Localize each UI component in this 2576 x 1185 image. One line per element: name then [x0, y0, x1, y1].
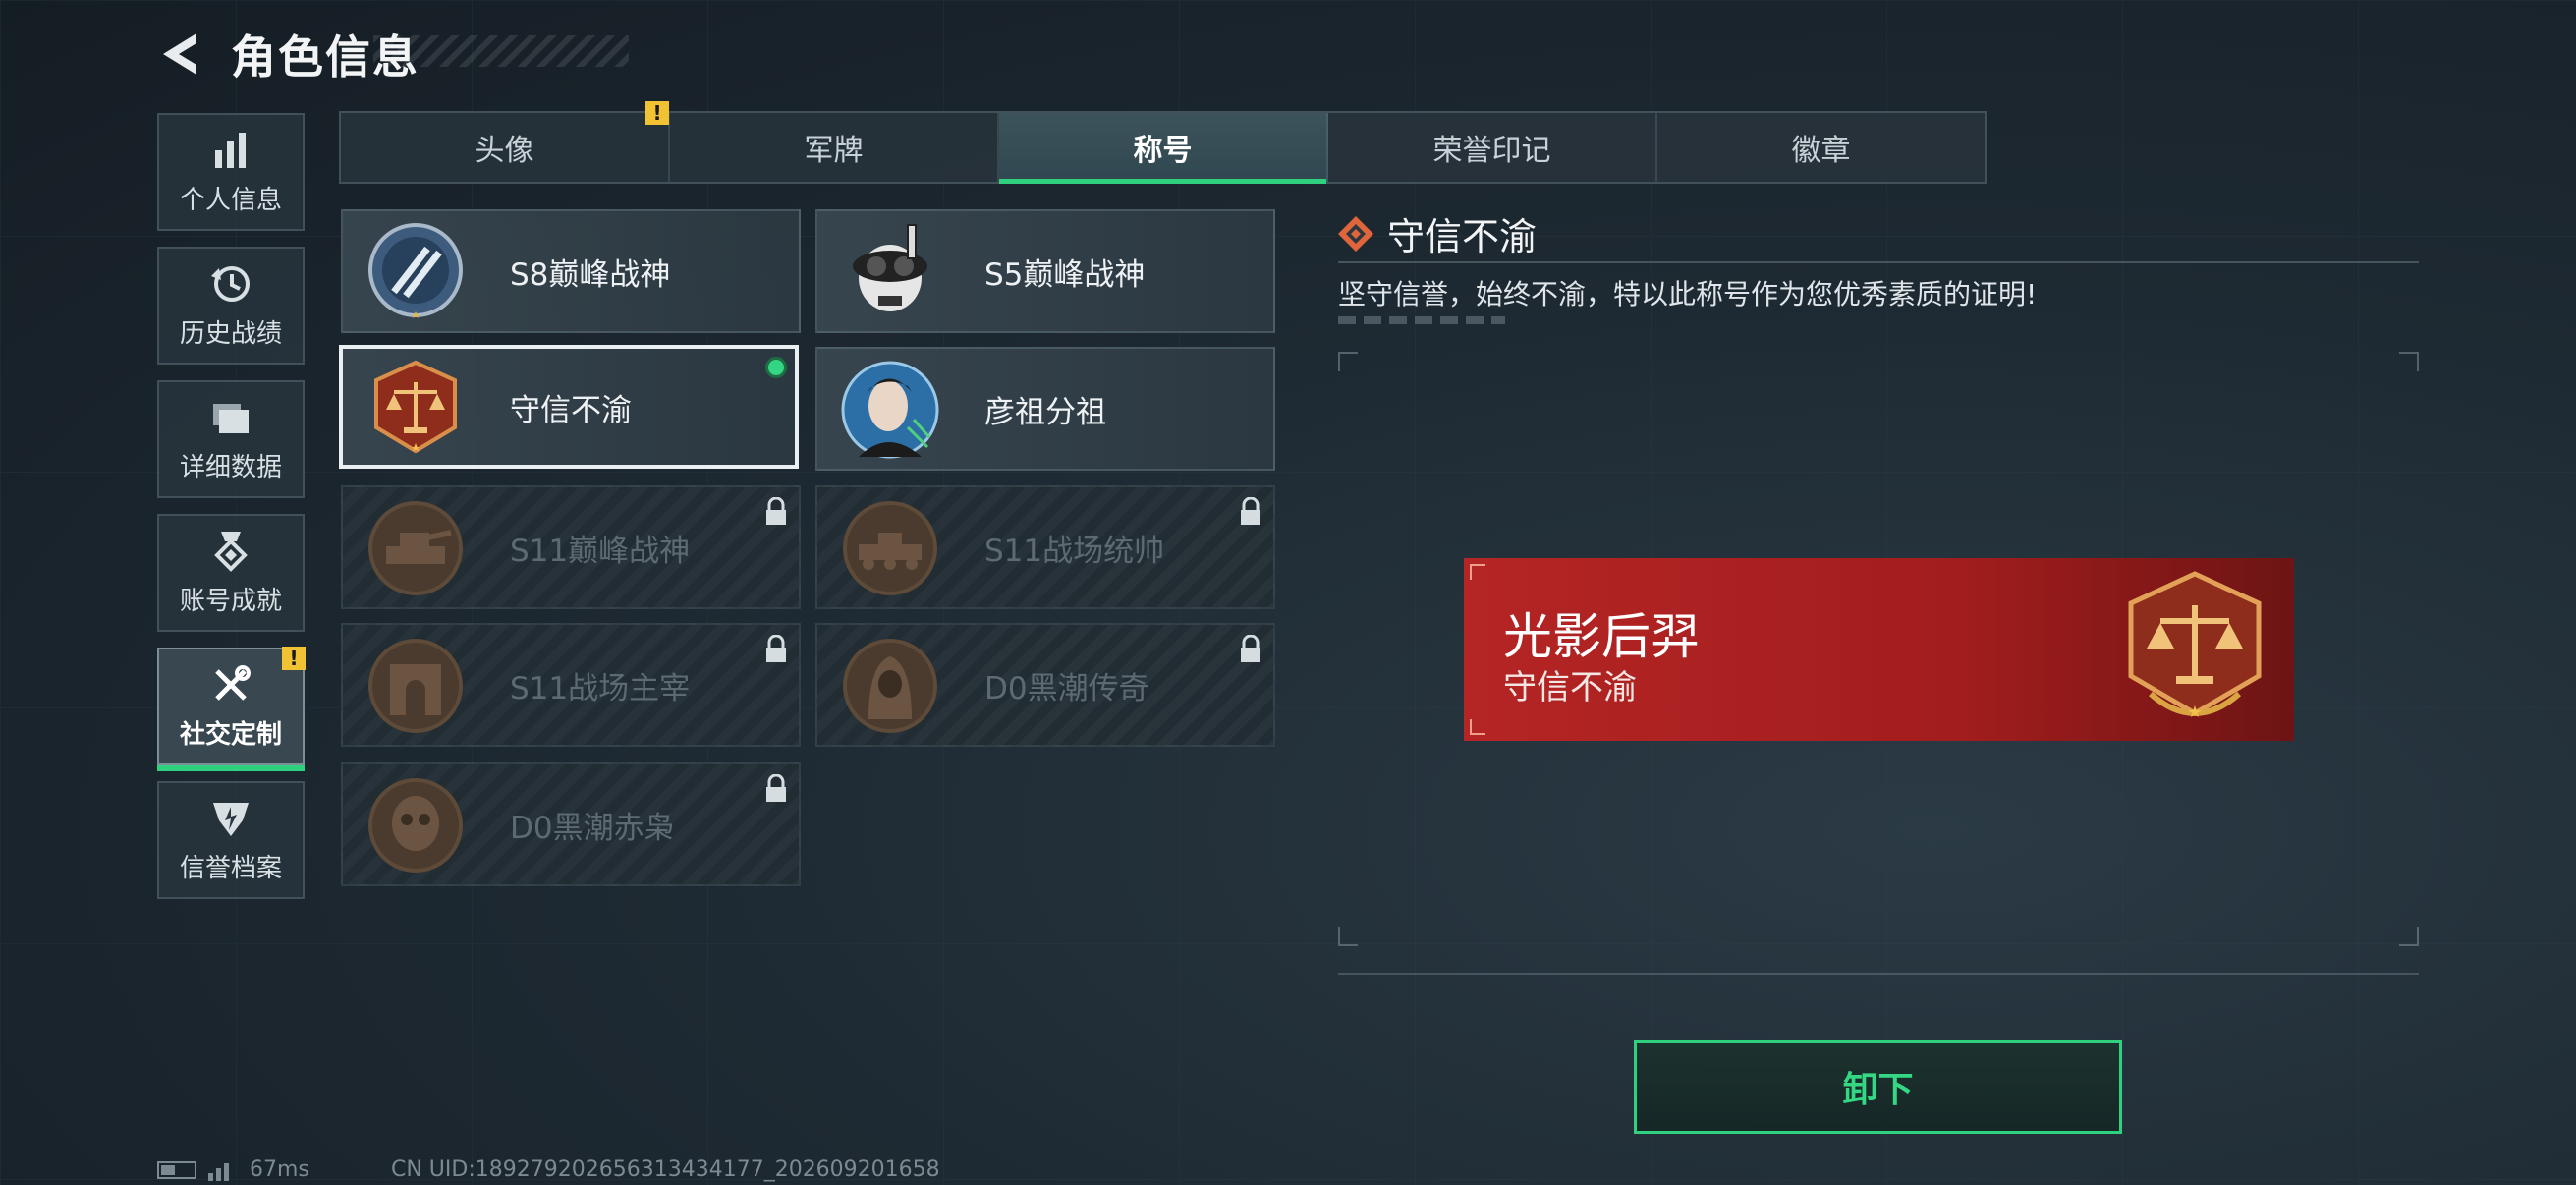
sidebar-item-label: 个人信息	[179, 185, 282, 215]
unequip-button[interactable]: 卸下	[1634, 1040, 2122, 1134]
tools-icon	[215, 664, 251, 701]
sidebar-item-label: 详细数据	[179, 452, 282, 482]
status-bar: 67ms	[157, 1157, 309, 1182]
title-card-locked[interactable]: S11战场统帅	[815, 485, 1275, 609]
sidebar-item-history[interactable]: 历史战绩	[157, 247, 305, 365]
sidebar-item-label: 账号成就	[179, 586, 282, 616]
detail-description: 坚守信誉，始终不渝，特以此称号作为您优秀素质的证明!	[1338, 278, 2038, 310]
reputation-shield-icon	[213, 802, 249, 836]
lock-icon	[1241, 635, 1260, 662]
title-name: S8巅峰战神	[510, 256, 671, 293]
arch-emblem-icon	[368, 639, 463, 733]
s8-emblem-icon	[368, 223, 463, 318]
divider	[1338, 261, 2419, 263]
title-name: S11战场主宰	[510, 670, 691, 706]
preview-baseline	[1338, 973, 2419, 975]
preview-title: 守信不渝	[1503, 668, 1637, 707]
page-title: 角色信息	[231, 30, 420, 84]
diver-skull-emblem-icon	[853, 224, 927, 311]
hooded-figure-emblem-icon	[843, 639, 937, 733]
tab-dog-tag[interactable]: 军牌	[670, 113, 999, 182]
title-name: 守信不渝	[510, 392, 632, 428]
sidebar-item-label: 社交定制	[179, 719, 282, 750]
sidebar-item-detailed-data[interactable]: 详细数据	[157, 380, 305, 498]
bar-chart-icon	[215, 132, 246, 168]
back-arrow-icon[interactable]	[155, 29, 204, 79]
title-preview-banner: 光影后羿 守信不渝	[1464, 558, 2294, 741]
tab-badges[interactable]: 徽章	[1657, 113, 1985, 182]
tank-emblem-icon	[368, 501, 463, 595]
title-card-locked[interactable]: D0黑潮传奇	[815, 623, 1275, 747]
sidebar-item-label: 信誉档案	[179, 853, 282, 883]
title-name: D0黑潮传奇	[984, 670, 1149, 706]
sidebar-item-personal-info[interactable]: 个人信息	[157, 113, 305, 231]
title-name: S11巅峰战神	[510, 533, 691, 569]
title-card-locked[interactable]: S11战场主宰	[341, 623, 801, 747]
uid-text: CN UID:18927920265631343417​7_2026092016…	[391, 1157, 940, 1182]
title-name: D0黑潮赤枭	[510, 810, 675, 846]
battery-icon	[157, 1160, 196, 1179]
title-name: S5巅峰战神	[984, 256, 1146, 293]
sidebar-item-achievements[interactable]: 账号成就	[157, 514, 305, 632]
alert-badge: !	[645, 101, 669, 125]
decorative-dashes	[1338, 316, 1505, 324]
tab-titles[interactable]: 称号	[999, 113, 1328, 184]
lock-icon	[766, 635, 786, 662]
preview-player-name: 光影后羿	[1503, 608, 1700, 665]
equipped-indicator	[765, 357, 787, 378]
alert-badge: !	[282, 647, 306, 670]
armored-vehicle-emblem-icon	[843, 501, 937, 595]
history-clock-icon	[211, 265, 250, 302]
title-card-selected[interactable]: 守信不渝	[339, 345, 799, 469]
signal-icon	[208, 1162, 229, 1181]
folder-icon	[213, 403, 249, 433]
title-card-locked[interactable]: D0黑潮赤枭	[341, 762, 801, 886]
lock-icon	[766, 497, 786, 525]
lock-icon	[766, 774, 786, 802]
ping-value: 67ms	[250, 1157, 309, 1182]
title-card-locked[interactable]: S11巅峰战神	[341, 485, 801, 609]
title-diamond-icon	[1338, 216, 1373, 252]
justice-scale-emblem-icon	[2128, 571, 2262, 717]
title-name: S11战场统帅	[984, 533, 1165, 569]
title-card[interactable]: 彦祖分祖	[815, 347, 1275, 471]
tab-avatar[interactable]: 头像	[341, 113, 670, 182]
detail-title: 守信不渝	[1387, 215, 1538, 258]
tab-bar: 头像 军牌 称号 荣誉印记 徽章	[339, 111, 1987, 184]
justice-scale-emblem-icon	[374, 360, 457, 454]
lock-icon	[1241, 497, 1260, 525]
title-card[interactable]: S8巅峰战神	[341, 209, 801, 333]
portrait-emblem-icon	[841, 361, 939, 459]
tab-honor-marks[interactable]: 荣誉印记	[1328, 113, 1657, 182]
title-name: 彦祖分祖	[984, 394, 1106, 430]
title-card[interactable]: S5巅峰战神	[815, 209, 1275, 333]
sidebar-item-label: 历史战绩	[179, 318, 282, 349]
sidebar-item-reputation[interactable]: 信誉档案	[157, 781, 305, 899]
achievement-medal-icon	[214, 531, 248, 572]
skull-mask-emblem-icon	[368, 778, 463, 873]
